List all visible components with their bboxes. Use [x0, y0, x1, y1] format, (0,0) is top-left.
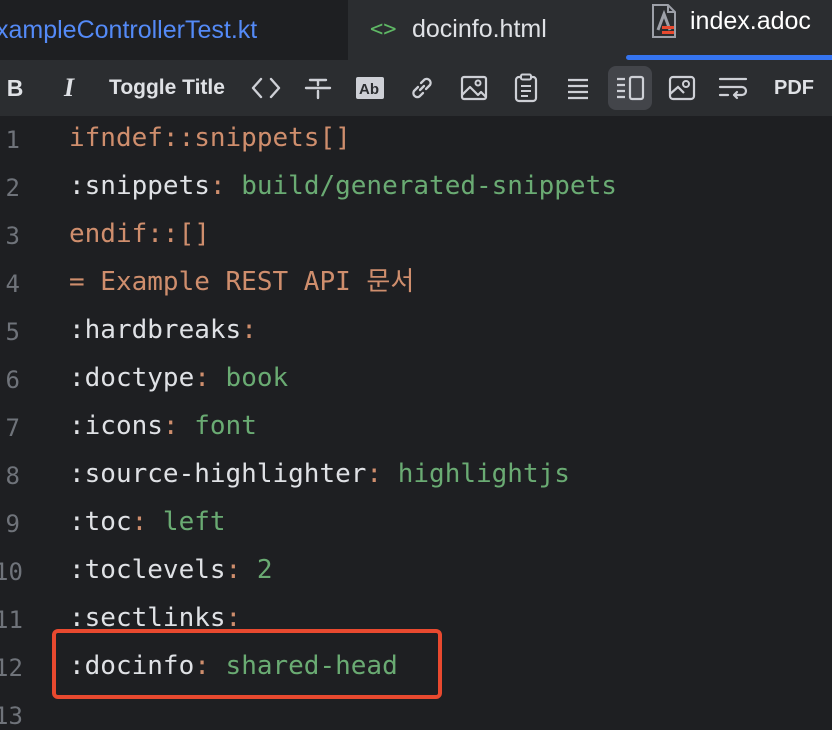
code-colon: :: [225, 555, 242, 585]
toggle-title-label: Toggle Title: [109, 76, 225, 99]
code-keyword: ifndef::snippets[]: [69, 123, 351, 153]
code-button[interactable]: [248, 66, 284, 110]
code-icon: [251, 77, 281, 99]
list-button[interactable]: [562, 66, 594, 110]
line-number: 7: [5, 414, 20, 442]
highlight-icon: Ab: [356, 77, 384, 99]
code-attribute-name: :source-highlighter: [69, 459, 367, 489]
code-attribute-value: 2: [241, 555, 273, 585]
code-line[interactable]: :hardbreaks:: [69, 314, 257, 346]
link-button[interactable]: [406, 66, 438, 110]
html-file-icon: <>: [370, 17, 397, 42]
tab-label: xampleControllerTest.kt: [0, 15, 258, 44]
toggle-title-button[interactable]: Toggle Title: [104, 66, 230, 110]
code-colon: :: [131, 507, 148, 537]
code-attribute-name: :toclevels: [69, 555, 226, 585]
list-icon: [568, 78, 588, 100]
code-attribute-name: :toc: [69, 507, 132, 537]
code-line[interactable]: :icons: font: [69, 410, 257, 442]
code-attribute-value: highlightjs: [382, 459, 570, 489]
line-number: 2: [5, 174, 20, 202]
image-settings-icon: [668, 75, 696, 101]
image-button[interactable]: [458, 66, 490, 110]
code-line[interactable]: :source-highlighter: highlightjs: [69, 458, 570, 490]
editor-preview-icon: [617, 75, 645, 101]
line-number: 13: [0, 702, 23, 730]
strikethrough-icon: [304, 78, 332, 100]
editor-and-preview-button[interactable]: [608, 66, 652, 110]
line-number: 5: [5, 318, 20, 346]
link-icon: [412, 77, 432, 99]
code-colon: :: [366, 459, 383, 489]
code-attribute-name: :icons: [69, 411, 163, 441]
clipboard-icon: [514, 73, 538, 103]
code-attribute-name: :doctype: [69, 363, 195, 393]
code-attribute-value: font: [178, 411, 257, 441]
code-line[interactable]: :doctype: book: [69, 362, 288, 394]
line-number: 10: [0, 558, 23, 586]
line-number: 6: [5, 366, 20, 394]
tab-label: docinfo.html: [412, 15, 547, 43]
code-colon: :: [209, 171, 226, 201]
line-number: 1: [5, 126, 20, 154]
code-colon: :: [194, 363, 210, 393]
image-settings-button[interactable]: [666, 66, 698, 110]
soft-wrap-button[interactable]: [716, 66, 752, 110]
svg-text:Ab: Ab: [359, 81, 379, 98]
code-colon: :: [241, 315, 257, 345]
clipboard-button[interactable]: [510, 66, 542, 110]
annotation-highlight-box: [52, 629, 442, 699]
line-number: 4: [5, 270, 20, 298]
code-attribute-name: :snippets: [69, 171, 210, 201]
code-line[interactable]: :snippets: build/generated-snippets: [69, 170, 617, 202]
tab-label: index.adoc: [690, 7, 811, 35]
line-number: 8: [5, 462, 20, 490]
code-attribute-value: left: [147, 507, 226, 537]
line-number: 9: [5, 510, 20, 538]
code-line[interactable]: :toc: left: [69, 506, 226, 538]
tab-docinfo-html[interactable]: <> docinfo.html: [348, 0, 624, 60]
code-line[interactable]: :toclevels: 2: [69, 554, 273, 586]
code-line[interactable]: = Example REST API 문서: [69, 266, 414, 298]
pdf-button[interactable]: PDF: [766, 66, 822, 110]
code-colon: :: [162, 411, 179, 441]
italic-button[interactable]: I: [56, 66, 82, 110]
code-attribute-value: build/generated-snippets: [225, 171, 617, 201]
italic-icon: I: [63, 73, 75, 102]
code-keyword: endif::[]: [69, 219, 210, 249]
soft-wrap-icon: [718, 77, 748, 100]
tab-index-adoc[interactable]: index.adoc: [624, 0, 832, 60]
pdf-label: PDF: [774, 76, 814, 99]
strikethrough-button[interactable]: [302, 66, 334, 110]
code-line[interactable]: endif::[]: [69, 218, 210, 250]
code-attribute-value: book: [209, 363, 289, 393]
bold-button[interactable]: B: [0, 66, 30, 110]
code-line[interactable]: ifndef::snippets[]: [69, 122, 351, 154]
code-keyword: = Example REST API 문서: [69, 267, 415, 297]
line-number: 3: [5, 222, 20, 250]
line-number: 12: [0, 654, 23, 682]
asciidoc-file-icon: [650, 4, 678, 45]
tab-example-controller-test[interactable]: xampleControllerTest.kt: [0, 0, 348, 60]
highlight-button[interactable]: Ab: [354, 66, 386, 110]
line-number: 11: [0, 606, 23, 634]
bold-icon: B: [6, 74, 24, 101]
image-icon: [460, 75, 488, 101]
code-attribute-name: :hardbreaks: [69, 315, 242, 345]
